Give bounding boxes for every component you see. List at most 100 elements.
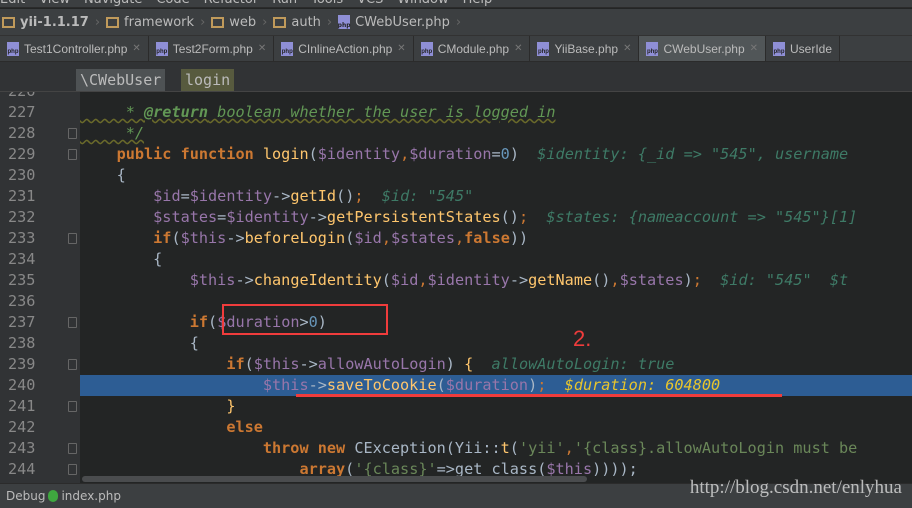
menu-item-tools[interactable]: Tools [311,0,343,7]
structure-breadcrumb: \CWebUser login [0,62,912,92]
chevron-right-icon: › [326,14,333,30]
menu-item-window[interactable]: Window [397,0,448,7]
folder-icon [2,16,15,28]
code-editor[interactable]: * @return boolean whether the user is lo… [80,92,912,483]
tab-useride[interactable]: php UserIde [766,36,841,61]
fold-icon[interactable] [68,128,77,139]
breadcrumb-item[interactable]: php CWebUser.php › [336,15,465,30]
line-number: 236 [8,292,36,310]
menu-item-refactor[interactable]: Refactor [204,0,259,7]
code-token: , [454,229,465,247]
tab-yiibase-php[interactable]: php YiiBase.php ✕ [530,36,640,61]
tab-label: CInlineAction.php [298,41,393,56]
structure-class[interactable]: \CWebUser [76,69,166,91]
annotation-box [222,304,388,335]
code-token: $id [153,187,181,205]
code-token: 0 [500,145,510,163]
code-token: $states [619,271,684,289]
code-token: ( [171,229,181,247]
code-line: public function login($identity,$duratio… [80,144,912,165]
code-token: ( [381,271,391,289]
line-number: 239 [8,355,36,373]
code-token: */ [80,124,145,142]
code-line: { [80,249,912,270]
tab-cwebuser-php[interactable]: php CWebUser.php ✕ [639,36,767,61]
breadcrumb-item[interactable]: auth › [271,15,336,30]
tab-cmodule-php[interactable]: php CModule.php ✕ [414,36,531,61]
code-token: $this [262,376,309,394]
fold-icon[interactable] [68,443,77,454]
line-number: 241 [8,397,36,415]
code-token: 'yii' [518,439,565,457]
code-token: :: [482,439,501,457]
line-number: 240 [8,376,36,394]
menu-item-navigate[interactable]: Navigate [84,0,142,7]
fold-icon[interactable] [68,317,77,328]
php-file-icon: php [773,41,786,56]
horizontal-scrollbar[interactable] [82,476,587,482]
breadcrumb-label: web [229,14,257,30]
code-token: Yii [454,439,483,457]
close-icon[interactable]: ✕ [750,43,758,54]
chevron-right-icon: › [200,14,206,30]
debug-file[interactable]: index.php [61,489,120,503]
menu-item-edit[interactable]: Edit [0,0,25,7]
code-token: $this [189,271,236,289]
breadcrumb-item[interactable]: yii-1.1.17 › [0,15,104,30]
code-token: { [80,250,163,268]
code-token: $states [153,208,218,226]
annotation-underline [296,394,782,397]
breadcrumb-item[interactable]: web › [209,15,271,30]
menu-item-code[interactable]: Code [156,0,189,7]
breadcrumb-label: yii-1.1.17 [20,14,89,30]
close-icon[interactable]: ✕ [258,43,266,54]
code-token: ( [308,145,318,163]
breadcrumb-item[interactable]: framework › [104,15,209,30]
close-icon[interactable]: ✕ [132,43,140,54]
folder-icon [211,16,225,28]
breadcrumb-label: CWebUser.php [355,14,450,30]
code-token: CException [354,439,446,457]
code-token: changeIdentity [253,271,382,289]
code-line: if($duration>0) [80,312,912,333]
fold-icon[interactable] [68,359,77,370]
code-token: -> [235,271,254,289]
tab-cinlineaction-php[interactable]: php CInlineAction.php ✕ [274,36,414,61]
tab-test1controller-php[interactable]: php Test1Controller.php ✕ [0,36,149,61]
menu-item-view[interactable]: View [39,0,70,7]
menu-item-vcs[interactable]: VCS [357,0,383,7]
code-token: $states: {nameaccount => "545"}[1] [528,208,858,226]
php-file-icon: php [646,41,659,56]
debug-label[interactable]: Debug [6,489,45,503]
menu-item-help[interactable]: Help [463,0,493,7]
fold-icon[interactable] [68,464,77,475]
line-number: 228 [8,124,36,142]
line-number: 244 [8,460,36,478]
fold-icon[interactable] [68,233,77,244]
structure-method[interactable]: login [181,69,235,91]
close-icon[interactable]: ✕ [397,43,405,54]
php-file-icon: php [537,41,550,56]
code-token: getName [528,271,593,289]
close-icon[interactable]: ✕ [623,43,631,54]
chevron-right-icon: › [94,14,101,30]
line-number: 229 [8,145,36,163]
code-token: -> [299,355,318,373]
code-token: $duration: 604800 [546,376,721,394]
code-token: if [153,229,172,247]
line-number: 231 [8,187,36,205]
code-token: getPersistentStates [326,208,501,226]
close-icon[interactable]: ✕ [514,43,522,54]
breadcrumb-label: framework [124,14,195,30]
fold-icon[interactable] [68,149,77,160]
fold-icon[interactable] [68,401,77,412]
line-number: 242 [8,418,36,436]
tab-test2form-php[interactable]: php Test2Form.php ✕ [149,36,275,61]
code-token: = [180,187,190,205]
line-number: 243 [8,439,36,457]
menu-item-run[interactable]: Run [272,0,297,7]
